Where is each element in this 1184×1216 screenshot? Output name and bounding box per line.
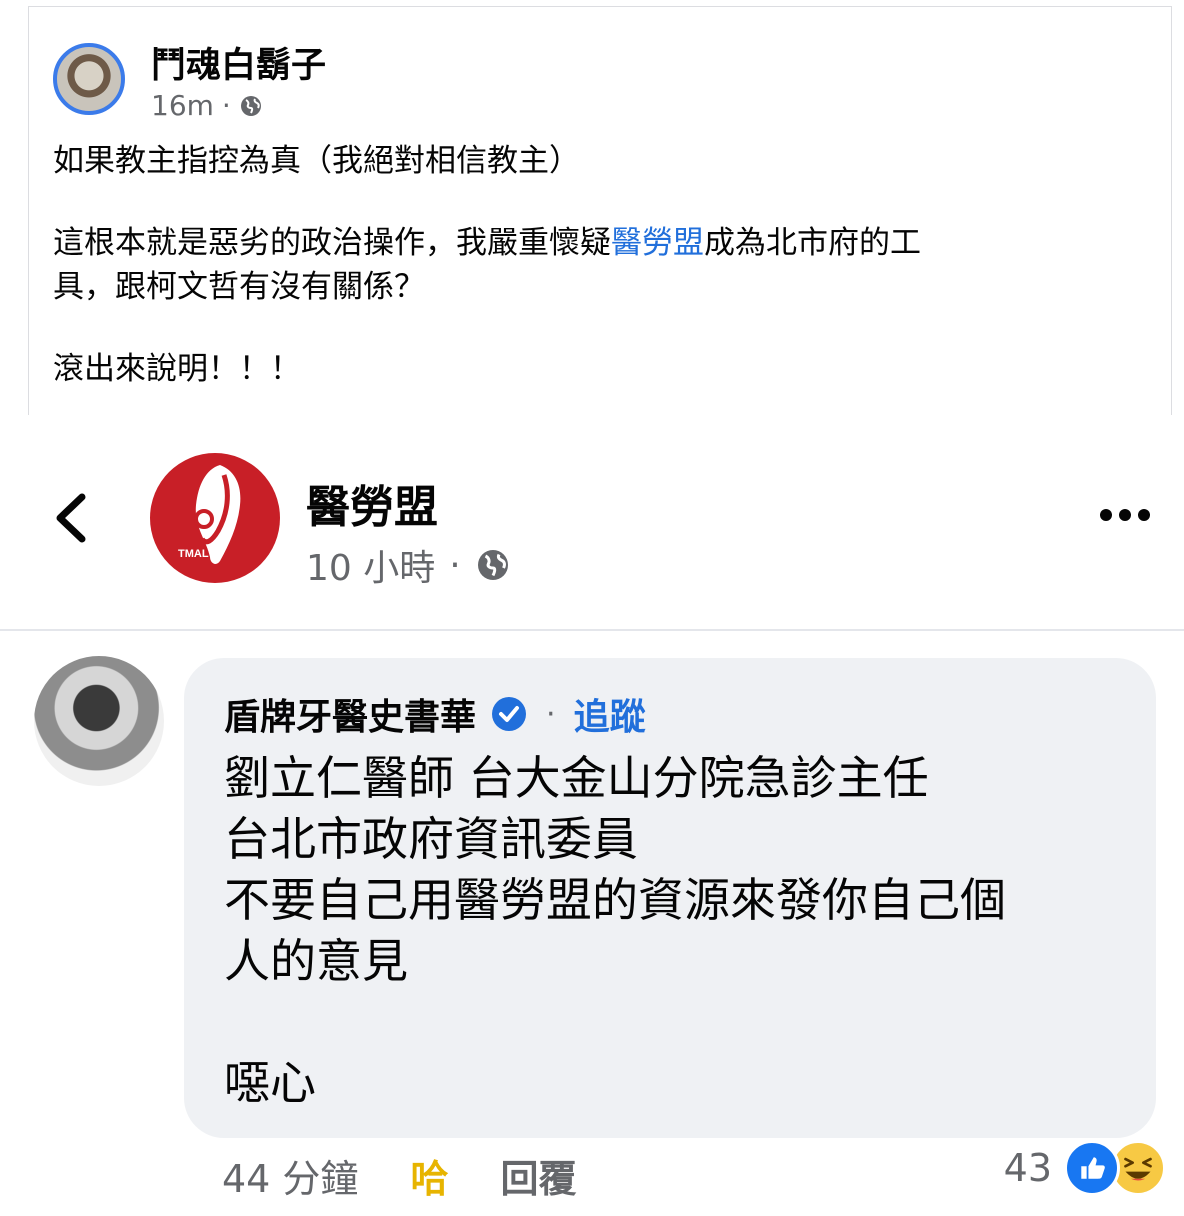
follow-button[interactable]: 追蹤 (574, 688, 646, 740)
like-icon (1064, 1140, 1120, 1196)
post-meta: 16m · (151, 89, 263, 122)
page-mention-link[interactable]: 醫勞盟 (611, 225, 704, 261)
haha-reaction-button[interactable]: 哈 (410, 1148, 448, 1203)
post-line: 滾出來說明！！！ (53, 351, 301, 387)
post-line: 如果教主指控為真（我絕對相信教主） (53, 143, 580, 179)
dot (1100, 509, 1112, 521)
reaction-summary[interactable]: 43 (1004, 1140, 1166, 1196)
back-arrow-icon[interactable] (50, 493, 94, 543)
comment-line: 人的意見 (224, 934, 408, 988)
dot (1119, 509, 1131, 521)
comment-actions: 44 分鐘 哈 回覆 (222, 1148, 576, 1203)
page-header: TMAL 醫勞盟 10 小時 · (0, 415, 1184, 631)
shared-post-card: 鬥魂白鬍子 16m · 如果教主指控為真（我絕對相信教主） 這根本就是惡劣的政治… (28, 6, 1172, 415)
reaction-count: 43 (1003, 1146, 1052, 1190)
header-separator: · (546, 696, 556, 732)
post-line: 具，跟柯文哲有沒有關係？ (53, 269, 425, 305)
commenter-avatar[interactable] (34, 656, 164, 786)
page-name[interactable]: 醫勞盟 (306, 471, 438, 535)
comment-header: 盾牌牙醫史書華 · 追蹤 (224, 688, 1116, 740)
page-meta: 10 小時 · (306, 539, 511, 591)
commenter-name[interactable]: 盾牌牙醫史書華 (224, 688, 476, 740)
globe-icon (477, 550, 508, 580)
comment-bubble: 盾牌牙醫史書華 · 追蹤 劉立仁醫師 台大金山分院急診主任 台北市政府資訊委員 … (184, 658, 1156, 1138)
meta-separator: · (221, 89, 231, 122)
comment-line: 不要自己用醫勞盟的資源來發你自己個 (224, 873, 1006, 927)
post-body: 如果教主指控為真（我絕對相信教主） 這根本就是惡劣的政治操作，我嚴重懷疑醫勞盟成… (53, 139, 1133, 391)
dot (1138, 509, 1150, 521)
post-author-name[interactable]: 鬥魂白鬍子 (151, 37, 326, 88)
post-time[interactable]: 16m (151, 89, 214, 122)
comment-line: 台北市政府資訊委員 (224, 812, 638, 866)
globe-icon (240, 95, 261, 116)
verified-badge-icon (492, 697, 527, 731)
comment-text: 劉立仁醫師 台大金山分院急診主任 台北市政府資訊委員 不要自己用醫勞盟的資源來發… (224, 748, 1116, 1114)
taiwan-stethoscope-logo: TMAL (178, 465, 241, 564)
reply-button[interactable]: 回覆 (500, 1148, 576, 1203)
more-options-button[interactable] (1100, 509, 1150, 521)
comment-line: 劉立仁醫師 台大金山分院急診主任 (224, 751, 929, 805)
page-logo[interactable]: TMAL (150, 453, 280, 583)
comment-time[interactable]: 44 分鐘 (222, 1148, 358, 1203)
post-author-avatar[interactable] (53, 43, 125, 115)
comment-line: 噁心 (224, 1056, 316, 1110)
logo-text: TMAL (178, 548, 209, 560)
meta-separator: · (449, 544, 461, 586)
post-line: 這根本就是惡劣的政治操作，我嚴重懷疑醫勞盟成為北市府的工 (53, 225, 921, 261)
page-post-time[interactable]: 10 小時 (306, 539, 435, 591)
